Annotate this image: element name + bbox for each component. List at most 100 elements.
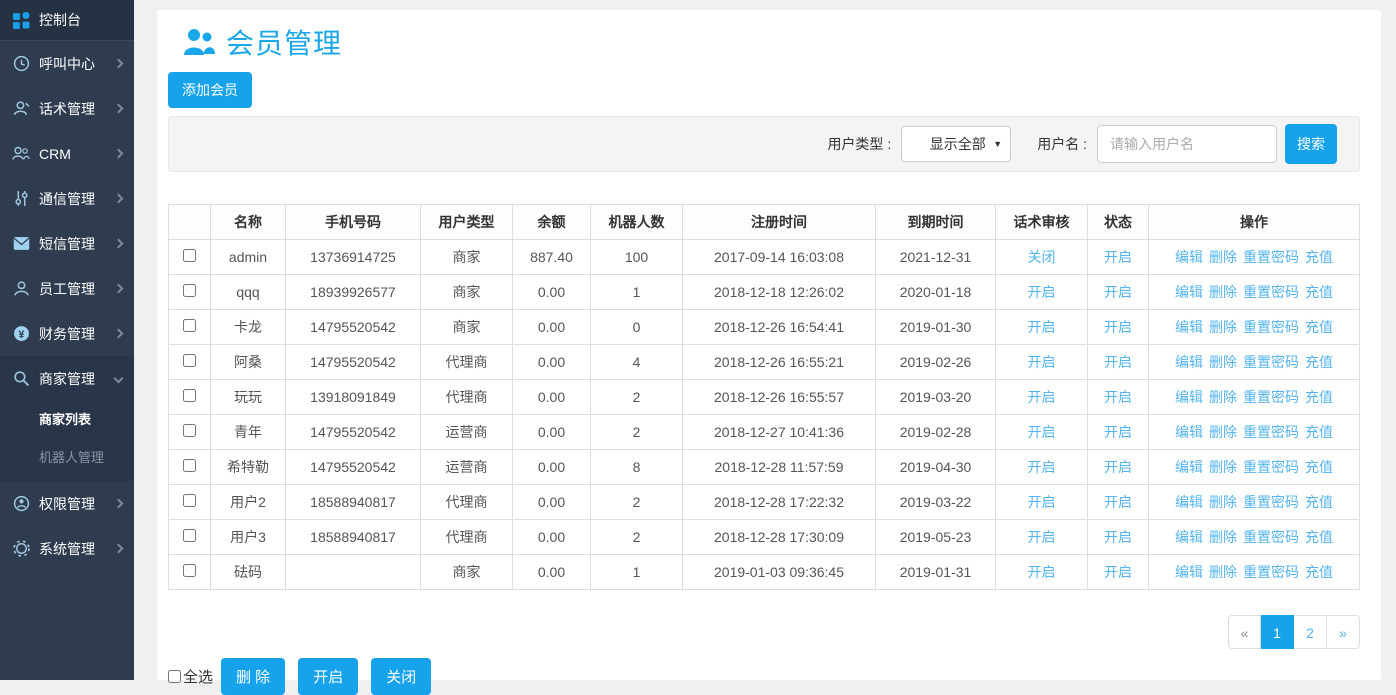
sidebar-item-merchant-mgmt[interactable]: 商家管理: [0, 356, 134, 401]
sms-icon: [10, 235, 32, 253]
edit-link[interactable]: 编辑: [1175, 284, 1203, 300]
recharge-link[interactable]: 充值: [1305, 564, 1333, 580]
page-title: 会员管理: [226, 22, 342, 62]
delete-link[interactable]: 删除: [1209, 459, 1237, 475]
status-toggle[interactable]: 开启: [1104, 424, 1132, 440]
delete-link[interactable]: 删除: [1209, 389, 1237, 405]
recharge-link[interactable]: 充值: [1305, 424, 1333, 440]
add-member-button[interactable]: 添加会员: [168, 72, 252, 108]
reset-password-link[interactable]: 重置密码: [1243, 249, 1299, 265]
edit-link[interactable]: 编辑: [1175, 354, 1203, 370]
delete-link[interactable]: 删除: [1209, 284, 1237, 300]
sidebar-subitem-merchant-list[interactable]: 商家列表: [0, 401, 134, 439]
delete-link[interactable]: 删除: [1209, 319, 1237, 335]
delete-link[interactable]: 删除: [1209, 249, 1237, 265]
row-checkbox[interactable]: [183, 459, 196, 472]
status-toggle[interactable]: 开启: [1104, 529, 1132, 545]
row-checkbox[interactable]: [183, 319, 196, 332]
recharge-link[interactable]: 充值: [1305, 354, 1333, 370]
edit-link[interactable]: 编辑: [1175, 424, 1203, 440]
script-audit-toggle[interactable]: 开启: [1028, 529, 1056, 545]
sidebar-item-call-center[interactable]: 呼叫中心: [0, 41, 134, 86]
recharge-link[interactable]: 充值: [1305, 459, 1333, 475]
status-toggle[interactable]: 开启: [1104, 564, 1132, 580]
status-toggle[interactable]: 开启: [1104, 249, 1132, 265]
delete-link[interactable]: 删除: [1209, 564, 1237, 580]
delete-link[interactable]: 删除: [1209, 494, 1237, 510]
row-checkbox[interactable]: [183, 284, 196, 297]
sidebar-item-system-mgmt[interactable]: 系统管理: [0, 526, 134, 571]
edit-link[interactable]: 编辑: [1175, 249, 1203, 265]
bulk-delete-button[interactable]: 删 除: [221, 658, 285, 695]
cell-script_audit: 开启: [996, 345, 1088, 380]
row-checkbox[interactable]: [183, 249, 196, 262]
username-input[interactable]: [1097, 125, 1277, 163]
pagination-prev[interactable]: «: [1228, 615, 1261, 649]
reset-password-link[interactable]: 重置密码: [1243, 319, 1299, 335]
script-audit-toggle[interactable]: 开启: [1028, 319, 1056, 335]
recharge-link[interactable]: 充值: [1305, 284, 1333, 300]
sidebar-item-communication-mgmt[interactable]: 通信管理: [0, 176, 134, 221]
cell-operations: 编辑删除重置密码充值: [1149, 415, 1360, 450]
reset-password-link[interactable]: 重置密码: [1243, 494, 1299, 510]
script-audit-toggle[interactable]: 开启: [1028, 459, 1056, 475]
select-all-checkbox[interactable]: [168, 670, 181, 683]
reset-password-link[interactable]: 重置密码: [1243, 354, 1299, 370]
cell-phone: 18939926577: [286, 275, 421, 310]
bulk-enable-button[interactable]: 开启: [298, 658, 358, 695]
recharge-link[interactable]: 充值: [1305, 494, 1333, 510]
status-toggle[interactable]: 开启: [1104, 494, 1132, 510]
sidebar-item-sms-mgmt[interactable]: 短信管理: [0, 221, 134, 266]
recharge-link[interactable]: 充值: [1305, 249, 1333, 265]
reset-password-link[interactable]: 重置密码: [1243, 389, 1299, 405]
row-checkbox[interactable]: [183, 494, 196, 507]
reset-password-link[interactable]: 重置密码: [1243, 424, 1299, 440]
recharge-link[interactable]: 充值: [1305, 319, 1333, 335]
status-toggle[interactable]: 开启: [1104, 319, 1132, 335]
sidebar-item-staff-mgmt[interactable]: 员工管理: [0, 266, 134, 311]
edit-link[interactable]: 编辑: [1175, 319, 1203, 335]
row-checkbox[interactable]: [183, 529, 196, 542]
script-audit-toggle[interactable]: 开启: [1028, 354, 1056, 370]
row-checkbox[interactable]: [183, 389, 196, 402]
status-toggle[interactable]: 开启: [1104, 389, 1132, 405]
script-audit-toggle[interactable]: 开启: [1028, 389, 1056, 405]
script-audit-toggle[interactable]: 开启: [1028, 424, 1056, 440]
pagination-page-1[interactable]: 1: [1261, 615, 1294, 649]
edit-link[interactable]: 编辑: [1175, 389, 1203, 405]
pagination-next[interactable]: »: [1327, 615, 1360, 649]
status-toggle[interactable]: 开启: [1104, 459, 1132, 475]
edit-link[interactable]: 编辑: [1175, 459, 1203, 475]
bulk-disable-button[interactable]: 关闭: [371, 658, 431, 695]
recharge-link[interactable]: 充值: [1305, 529, 1333, 545]
script-audit-toggle[interactable]: 开启: [1028, 284, 1056, 300]
reset-password-link[interactable]: 重置密码: [1243, 284, 1299, 300]
edit-link[interactable]: 编辑: [1175, 564, 1203, 580]
delete-link[interactable]: 删除: [1209, 424, 1237, 440]
row-checkbox[interactable]: [183, 564, 196, 577]
pagination-page-2[interactable]: 2: [1294, 615, 1327, 649]
edit-link[interactable]: 编辑: [1175, 494, 1203, 510]
row-checkbox[interactable]: [183, 354, 196, 367]
user-type-select[interactable]: 显示全部 ▼: [901, 126, 1011, 162]
script-audit-toggle[interactable]: 关闭: [1028, 249, 1056, 265]
delete-link[interactable]: 删除: [1209, 529, 1237, 545]
sidebar-item-finance-mgmt[interactable]: ¥财务管理: [0, 311, 134, 356]
status-toggle[interactable]: 开启: [1104, 354, 1132, 370]
reset-password-link[interactable]: 重置密码: [1243, 564, 1299, 580]
sidebar-item-crm[interactable]: CRM: [0, 131, 134, 176]
delete-link[interactable]: 删除: [1209, 354, 1237, 370]
status-toggle[interactable]: 开启: [1104, 284, 1132, 300]
row-checkbox[interactable]: [183, 424, 196, 437]
sidebar-item-script-mgmt[interactable]: 话术管理: [0, 86, 134, 131]
reset-password-link[interactable]: 重置密码: [1243, 459, 1299, 475]
sidebar-item-console[interactable]: 控制台: [0, 0, 134, 41]
script-audit-toggle[interactable]: 开启: [1028, 494, 1056, 510]
search-button[interactable]: 搜索: [1285, 124, 1337, 164]
sidebar-item-permission-mgmt[interactable]: 权限管理: [0, 481, 134, 526]
script-audit-toggle[interactable]: 开启: [1028, 564, 1056, 580]
reset-password-link[interactable]: 重置密码: [1243, 529, 1299, 545]
sidebar-subitem-robot-mgmt[interactable]: 机器人管理: [0, 439, 134, 477]
recharge-link[interactable]: 充值: [1305, 389, 1333, 405]
edit-link[interactable]: 编辑: [1175, 529, 1203, 545]
